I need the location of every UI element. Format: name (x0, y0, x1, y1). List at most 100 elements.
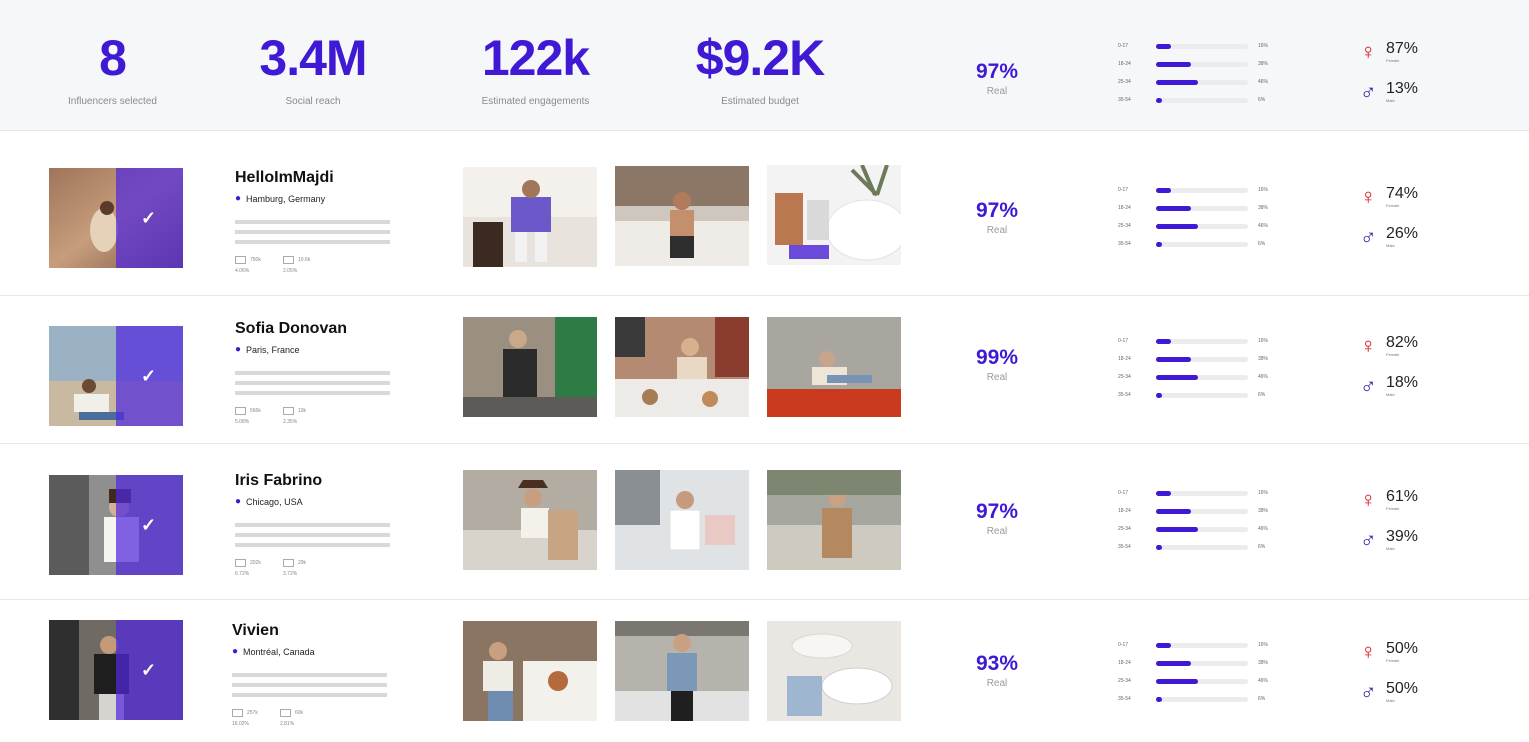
metric-engagement: 10k 2.35% (283, 407, 331, 425)
age-fill (1156, 43, 1171, 49)
age-fill (1156, 374, 1199, 380)
stat-value: 122k (481, 30, 590, 86)
post-photo[interactable] (767, 165, 901, 265)
age-fill (1156, 490, 1171, 496)
post-photo[interactable] (767, 317, 901, 417)
age-label: 25-34 (1118, 678, 1131, 684)
metric-value: 750k (250, 257, 261, 263)
age-label: 35-54 (1118, 696, 1131, 702)
age-row: 25-34 46% (1118, 73, 1288, 91)
influencer-row[interactable]: ✓ HelloImMajdi ● Hamburg, Germany 750k 4.0… (0, 131, 1529, 296)
post-photo[interactable] (463, 317, 597, 417)
checkbox[interactable] (232, 709, 243, 717)
text-placeholder-line (235, 381, 390, 385)
age-fill (1156, 642, 1171, 648)
metric-percent: 3.72% (283, 571, 298, 577)
summary-panel: 8 Influencers selected 3.4M Social reach… (0, 0, 1529, 131)
checkbox[interactable] (283, 256, 294, 264)
real-label: Real (986, 678, 1008, 689)
male-symbol-icon: ♂ (1360, 224, 1377, 249)
stat-label: Estimated engagements (481, 96, 590, 107)
age-label: 25-34 (1118, 79, 1131, 85)
metric-engagement: 29k 3.72% (283, 559, 331, 577)
checkbox[interactable] (235, 256, 246, 264)
checkbox[interactable] (283, 559, 294, 567)
age-label: 18-24 (1118, 61, 1131, 67)
age-track (1156, 642, 1248, 648)
influencer-location: ● Paris, France (235, 344, 405, 355)
post-photo[interactable] (463, 167, 597, 267)
real-followers: 97% Real (957, 500, 1037, 537)
checkbox[interactable] (283, 407, 294, 415)
age-percent: 38% (1258, 508, 1269, 514)
influencer-avatar[interactable]: ✓ (49, 326, 183, 426)
post-photo[interactable] (767, 621, 901, 721)
post-photo[interactable] (463, 470, 597, 570)
text-placeholder-line (235, 523, 390, 527)
influencer-name[interactable]: Iris Fabrino (235, 472, 405, 490)
post-photo[interactable] (615, 470, 749, 570)
age-percent: 46% (1258, 223, 1269, 229)
check-icon: ✓ (141, 660, 157, 680)
male-symbol-icon: ♂ (1360, 527, 1377, 552)
influencer-row[interactable]: ✓ Vivien ● Montréal, Canada 257k 16.02% 60… (0, 600, 1529, 741)
checkbox[interactable] (235, 407, 246, 415)
gender-split: ♀ 74% Female ♂ 26% Male (1360, 185, 1450, 265)
age-percent: 16% (1258, 187, 1269, 193)
age-row: 0-17 16% (1118, 636, 1288, 654)
female-percent: 87% (1386, 40, 1419, 57)
age-percent: 46% (1258, 526, 1269, 532)
female-symbol-icon: ♀ (1360, 39, 1377, 64)
post-photo[interactable] (615, 317, 749, 417)
post-photo[interactable] (767, 470, 901, 570)
age-track (1156, 544, 1248, 550)
age-track (1156, 490, 1248, 496)
influencer-row[interactable]: ✓ Iris Fabrino ● Chicago, USA 202k 6.72% 2… (0, 444, 1529, 600)
influencer-metrics: 566k 5.08% 10k 2.35% (235, 407, 405, 425)
male-label: Male (1386, 98, 1395, 103)
age-label: 35-54 (1118, 392, 1131, 398)
influencer-avatar[interactable]: ✓ (49, 475, 183, 575)
post-photo[interactable] (615, 621, 749, 721)
gender-female: ♀ 50% Female (1360, 640, 1450, 680)
post-photo[interactable] (615, 166, 749, 266)
age-row: 18-24 38% (1118, 55, 1288, 73)
age-track (1156, 508, 1248, 514)
influencer-location: ● Montréal, Canada (232, 646, 402, 657)
age-label: 18-24 (1118, 660, 1131, 666)
post-photo[interactable] (463, 621, 597, 721)
female-percent: 74% (1386, 185, 1419, 202)
age-row: 18-24 38% (1118, 199, 1288, 217)
checkbox[interactable] (280, 709, 291, 717)
metric-percent: 5.08% (235, 419, 250, 425)
age-row: 35-54 6% (1118, 538, 1288, 556)
male-percent: 39% (1386, 528, 1419, 545)
text-placeholder-line (235, 371, 390, 375)
female-label: Female (1386, 506, 1400, 511)
influencer-name[interactable]: HelloImMajdi (235, 169, 405, 187)
age-percent: 46% (1258, 374, 1269, 380)
influencer-location: ● Hamburg, Germany (235, 193, 405, 204)
age-track (1156, 43, 1248, 49)
checkbox[interactable] (235, 559, 246, 567)
age-label: 0-17 (1118, 43, 1129, 49)
influencer-avatar[interactable]: ✓ (49, 620, 183, 720)
male-symbol-icon: ♂ (1360, 679, 1377, 704)
gender-split: ♀ 82% Female ♂ 18% Male (1360, 334, 1450, 414)
age-distribution: 0-17 16% 18-24 38% 25-34 46% 35-54 6% (1118, 181, 1288, 253)
age-fill (1156, 79, 1199, 85)
influencer-avatar[interactable]: ✓ (49, 168, 183, 268)
text-placeholder-line (232, 693, 387, 697)
real-label: Real (986, 526, 1008, 537)
influencer-row[interactable]: ✓ Sofia Donovan ● Paris, France 566k 5.08%… (0, 296, 1529, 444)
age-label: 25-34 (1118, 526, 1131, 532)
gender-male: ♂ 13% Male (1360, 80, 1450, 120)
real-label: Real (986, 86, 1008, 97)
influencer-name[interactable]: Sofia Donovan (235, 320, 405, 338)
age-label: 25-34 (1118, 223, 1131, 229)
age-percent: 6% (1258, 544, 1266, 550)
influencer-name[interactable]: Vivien (232, 622, 402, 640)
age-fill (1156, 508, 1191, 514)
age-label: 35-54 (1118, 241, 1131, 247)
age-row: 0-17 16% (1118, 37, 1288, 55)
